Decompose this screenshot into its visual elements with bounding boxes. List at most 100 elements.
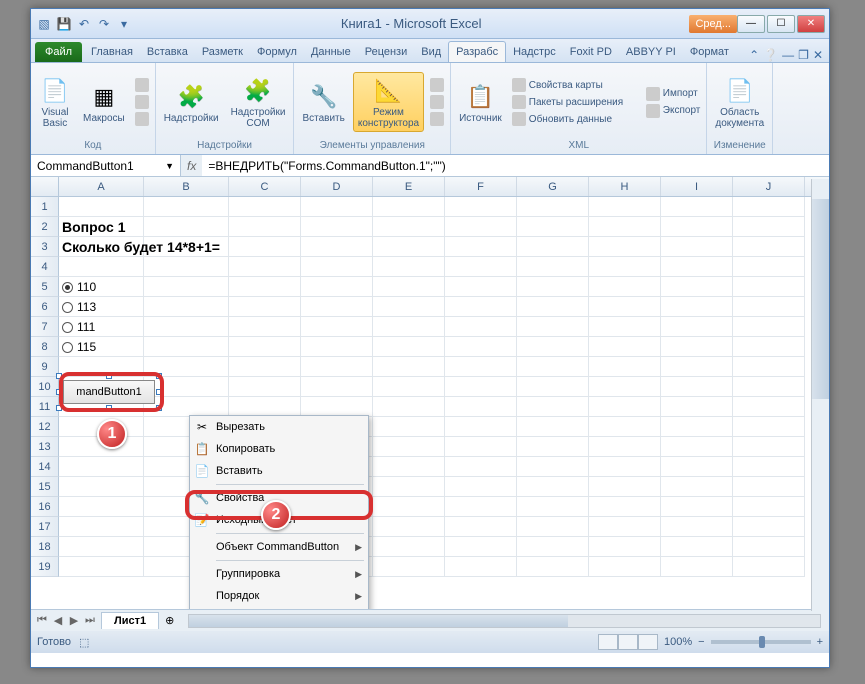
tab-format[interactable]: Формат [683,42,736,62]
cell[interactable] [733,217,805,237]
tab-view[interactable]: Вид [414,42,448,62]
radio-icon[interactable] [62,302,73,313]
minimize-ribbon-icon[interactable]: ⌃ [749,48,759,62]
radio-icon[interactable] [62,282,73,293]
cell[interactable] [229,317,301,337]
cell[interactable] [517,537,589,557]
visual-basic-button[interactable]: 📄 Visual Basic [35,73,75,131]
tab-insert[interactable]: Вставка [140,42,195,62]
context-paste[interactable]: 📄Вставить [190,460,368,482]
cell[interactable] [661,477,733,497]
cell[interactable] [589,217,661,237]
cell[interactable] [445,477,517,497]
cell[interactable] [589,357,661,377]
row-header[interactable]: 14 [31,457,59,477]
redo-icon[interactable]: ↷ [95,15,113,33]
cell[interactable] [733,377,805,397]
cell[interactable] [229,397,301,417]
cell[interactable] [589,397,661,417]
close-button[interactable]: ✕ [797,15,825,33]
cell[interactable] [517,317,589,337]
cell[interactable] [229,257,301,277]
tab-addins[interactable]: Надстрс [506,42,563,62]
cell[interactable] [661,437,733,457]
cell[interactable] [373,197,445,217]
cell[interactable] [373,397,445,417]
new-sheet-icon[interactable]: ⊕ [159,614,180,627]
cell[interactable] [445,437,517,457]
cell[interactable] [733,497,805,517]
tab-formulas[interactable]: Формул [250,42,304,62]
cell[interactable] [144,377,229,397]
cell[interactable] [733,417,805,437]
cell[interactable] [373,557,445,577]
prev-sheet-icon[interactable]: ◀ [51,614,65,627]
cell[interactable] [229,277,301,297]
cell[interactable] [445,537,517,557]
cell[interactable] [733,237,805,257]
cell[interactable] [229,357,301,377]
name-box-dropdown-icon[interactable]: ▼ [165,161,174,171]
row-header[interactable]: 15 [31,477,59,497]
cell[interactable] [144,337,229,357]
minimize-button[interactable]: — [737,15,765,33]
cell[interactable] [589,197,661,217]
cell[interactable] [144,277,229,297]
expansion-packs-button[interactable]: Пакеты расширения [510,94,640,110]
row-header[interactable]: 2 [31,217,59,237]
cell[interactable] [59,257,144,277]
cell[interactable] [661,217,733,237]
cell[interactable] [517,277,589,297]
cell[interactable] [373,357,445,377]
cell[interactable] [517,337,589,357]
cell[interactable] [733,437,805,457]
context-cut[interactable]: ✂Вырезать [190,416,368,438]
fx-icon[interactable]: fx [181,159,202,173]
cell[interactable] [661,237,733,257]
cell[interactable] [229,377,301,397]
macros-button[interactable]: ▦ Макросы [79,79,129,126]
cell[interactable] [661,357,733,377]
cell[interactable] [373,517,445,537]
col-header[interactable]: I [661,177,733,196]
page-layout-view-button[interactable] [618,634,638,650]
cell[interactable] [661,537,733,557]
cell[interactable] [144,397,229,417]
cell[interactable]: 113 [59,297,144,317]
cell[interactable] [517,557,589,577]
sreda-button[interactable]: Сред... [689,15,737,33]
cell[interactable] [589,377,661,397]
cell[interactable] [373,497,445,517]
cell[interactable] [733,257,805,277]
cell[interactable] [445,277,517,297]
cell[interactable] [229,217,301,237]
relative-refs-button[interactable] [133,94,151,110]
col-header[interactable]: A [59,177,144,196]
cell[interactable] [373,337,445,357]
context-copy[interactable]: 📋Копировать [190,438,368,460]
horizontal-scrollbar[interactable] [188,614,821,628]
cell[interactable] [301,357,373,377]
cell[interactable] [59,477,144,497]
cell[interactable] [229,237,301,257]
cell[interactable] [301,197,373,217]
macro-record-icon[interactable]: ⬚ [79,636,89,649]
first-sheet-icon[interactable]: ⏮ [35,614,49,627]
cell[interactable] [589,257,661,277]
page-break-view-button[interactable] [638,634,658,650]
cell[interactable] [229,337,301,357]
tab-layout[interactable]: Разметк [195,42,250,62]
export-button[interactable]: Экспорт [644,103,703,119]
cell[interactable] [589,517,661,537]
cell[interactable] [373,237,445,257]
cell[interactable] [445,417,517,437]
cell[interactable] [517,237,589,257]
row-header[interactable]: 10 [31,377,59,397]
row-header[interactable]: 17 [31,517,59,537]
cell[interactable] [301,317,373,337]
cell[interactable] [661,337,733,357]
cell[interactable] [445,497,517,517]
row-header[interactable]: 6 [31,297,59,317]
zoom-level[interactable]: 100% [664,636,692,648]
zoom-out-icon[interactable]: − [698,636,704,648]
